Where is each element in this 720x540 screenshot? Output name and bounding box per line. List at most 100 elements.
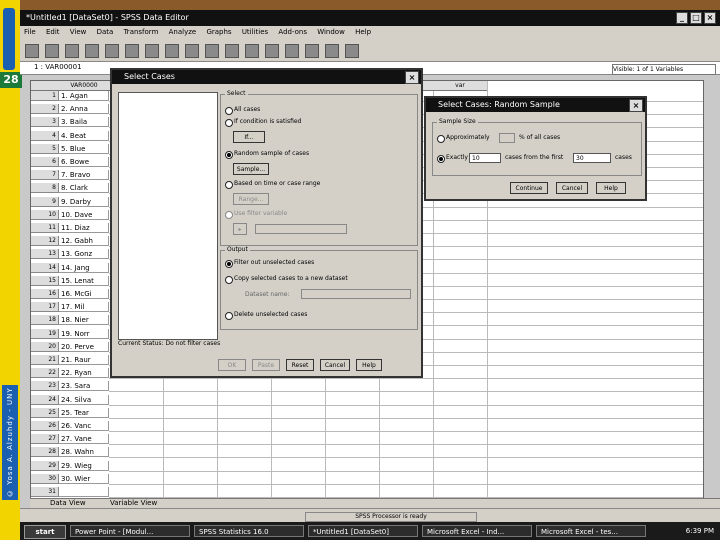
menu-view[interactable]: View [70,28,87,36]
undo-icon[interactable] [105,44,119,58]
help-button[interactable]: Help [356,359,382,371]
data-cell[interactable]: 25. Tear [59,407,109,418]
radio-exactly[interactable] [437,155,445,163]
row-number[interactable]: 21 [31,355,59,365]
tab-variable-view[interactable]: Variable View [110,499,157,507]
data-cell[interactable]: 6. Bowe [59,157,109,167]
weight-cases-icon[interactable] [265,44,279,58]
data-cell[interactable]: 2. Anna [59,104,109,115]
data-cell[interactable]: 23. Sara [59,381,109,392]
redo-icon[interactable] [125,44,139,58]
row-number[interactable]: 4 [31,130,59,141]
row-number[interactable]: 16 [31,289,59,299]
paste-button[interactable]: Paste [252,359,280,371]
task-item[interactable]: Microsoft Excel - tes... [536,525,646,537]
variables-icon[interactable] [165,44,179,58]
row-number[interactable]: 7 [31,170,59,181]
open-icon[interactable] [25,44,39,58]
row-number[interactable]: 22 [31,368,59,379]
row-number[interactable]: 30 [31,473,59,484]
save-icon[interactable] [45,44,59,58]
row-number[interactable]: 29 [31,460,59,471]
menu-help[interactable]: Help [355,28,371,36]
column-header-var[interactable]: var [433,81,488,91]
continue-button[interactable]: Continue [510,182,548,194]
split-file-icon[interactable] [245,44,259,58]
data-cell[interactable]: 29. Wieg [59,460,109,471]
task-item[interactable]: Power Point - [Modul... [70,525,190,537]
minimize-button[interactable]: _ [676,12,688,24]
cancel-button[interactable]: Cancel [320,359,350,371]
row-number[interactable]: 11 [31,223,59,233]
row-number[interactable]: 3 [31,117,59,128]
radio-if-condition[interactable] [225,119,233,127]
data-cell[interactable]: 12. Gabh [59,236,109,247]
if-button[interactable]: If... [233,131,265,143]
radio-copy-dataset[interactable] [225,276,233,284]
radio-approximately[interactable] [437,135,445,143]
row-number[interactable]: 25 [31,407,59,418]
data-cell[interactable]: 28. Wahn [59,447,109,458]
row-number[interactable]: 14 [31,262,59,273]
variable-list[interactable] [118,92,218,340]
row-number[interactable]: 28 [31,447,59,458]
column-header-var00001[interactable]: VAR0000 [59,81,110,91]
radio-filter-out[interactable] [225,260,233,268]
dialog-close-button[interactable]: × [629,99,643,112]
row-number[interactable]: 10 [31,209,59,220]
row-number[interactable]: 26 [31,421,59,431]
menu-graphs[interactable]: Graphs [206,28,231,36]
row-number[interactable]: 6 [31,157,59,167]
menu-data[interactable]: Data [97,28,114,36]
goto-case-icon[interactable] [145,44,159,58]
data-cell[interactable]: 26. Vanc [59,421,109,431]
task-item[interactable]: *Untitled1 [DataSet0] [308,525,418,537]
first-count-field[interactable]: 30 [573,153,611,163]
help-button[interactable]: Help [596,182,626,194]
row-number[interactable]: 9 [31,196,59,207]
row-number[interactable]: 15 [31,275,59,286]
row-number[interactable]: 31 [31,487,59,497]
data-cell[interactable]: 1. Agan [59,91,109,101]
approx-percent-field[interactable] [499,133,515,143]
radio-filter-variable[interactable] [225,211,233,219]
dialog-recall-icon[interactable] [85,44,99,58]
task-item[interactable]: SPSS Statistics 16.0 [194,525,304,537]
radio-all-cases[interactable] [225,107,233,115]
row-number[interactable]: 2 [31,104,59,115]
radio-time-range[interactable] [225,181,233,189]
menu-window[interactable]: Window [317,28,345,36]
start-button[interactable]: start [24,525,66,539]
row-number[interactable]: 13 [31,249,59,260]
data-cell[interactable]: 9. Darby [59,196,109,207]
radio-random-sample[interactable] [225,151,233,159]
exactly-count-field[interactable]: 10 [469,153,501,163]
close-button[interactable]: × [704,12,716,24]
data-cell[interactable]: 10. Dave [59,209,109,220]
row-number[interactable]: 20 [31,341,59,352]
dialog-close-button[interactable]: × [405,71,419,84]
data-cell[interactable]: 20. Perve [59,341,109,352]
insert-variable-icon[interactable] [225,44,239,58]
data-cell[interactable]: 24. Silva [59,394,109,405]
data-cell[interactable]: 22. Ryan [59,368,109,379]
row-number[interactable]: 19 [31,328,59,339]
data-cell[interactable]: 8. Clark [59,183,109,194]
cancel-button[interactable]: Cancel [556,182,588,194]
menu-edit[interactable]: Edit [46,28,60,36]
ok-button[interactable]: OK [218,359,246,371]
select-cases-icon[interactable] [285,44,299,58]
data-cell[interactable]: 30. Wier [59,473,109,484]
menu-analyze[interactable]: Analyze [169,28,197,36]
value-labels-icon[interactable] [305,44,319,58]
data-cell[interactable]: 13. Gonz [59,249,109,260]
menu-transform[interactable]: Transform [124,28,159,36]
reset-button[interactable]: Reset [286,359,314,371]
show-all-icon[interactable] [345,44,359,58]
radio-delete-unselected[interactable] [225,312,233,320]
data-cell[interactable]: 27. Vane [59,434,109,445]
data-cell[interactable]: 18. Nier [59,315,109,326]
dataset-name-field[interactable] [301,289,411,299]
range-button[interactable]: Range... [233,193,269,205]
move-arrow-button[interactable]: ▸ [233,223,247,235]
